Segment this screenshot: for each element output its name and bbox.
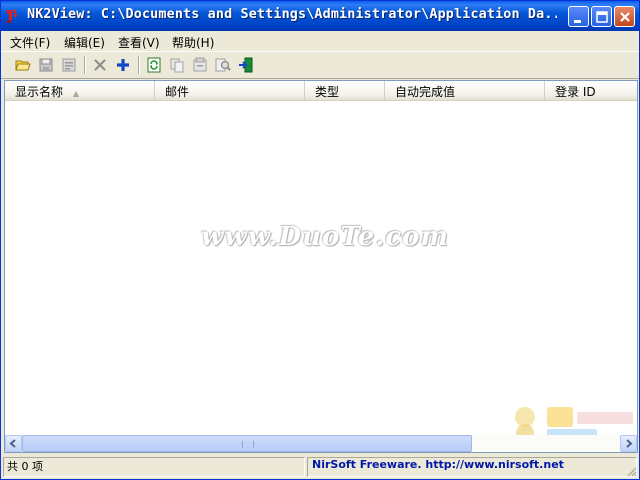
close-button[interactable] xyxy=(614,6,635,27)
thumb-grip xyxy=(242,441,254,448)
window-title: NK2View: C:\Documents and Settings\Admin… xyxy=(27,7,557,22)
status-bar: 共 0 项 NirSoft Freeware. http://www.nirso… xyxy=(1,455,639,479)
toolbar xyxy=(1,51,639,79)
close-icon xyxy=(620,12,630,22)
scroll-left-button[interactable] xyxy=(5,435,22,452)
column-login-id[interactable]: 登录 ID xyxy=(545,81,637,100)
scroll-right-button[interactable] xyxy=(620,435,637,452)
menu-view[interactable]: 查看(V) xyxy=(118,34,160,51)
column-header: 显示名称 ▲ 邮件 类型 自动完成值 登录 ID xyxy=(5,81,637,101)
watermark-text: www.DuoTe.com xyxy=(201,222,450,252)
sort-ascending-icon: ▲ xyxy=(72,89,79,98)
refresh-button[interactable] xyxy=(144,55,164,75)
maximize-button[interactable] xyxy=(591,6,612,27)
toolbar-separator xyxy=(138,56,140,74)
column-label: 登录 ID xyxy=(555,85,596,99)
column-type[interactable]: 类型 xyxy=(305,81,385,100)
horizontal-scrollbar[interactable] xyxy=(5,435,637,452)
properties-button[interactable] xyxy=(59,55,79,75)
column-label: 显示名称 xyxy=(15,85,64,99)
column-email[interactable]: 邮件 xyxy=(155,81,305,100)
items-list[interactable]: 显示名称 ▲ 邮件 类型 自动完成值 登录 ID www.DuoTe.com xyxy=(4,80,638,453)
column-autocomplete-value[interactable]: 自动完成值 xyxy=(385,81,545,100)
column-label: 类型 xyxy=(315,85,340,99)
html-report-icon xyxy=(193,57,207,72)
toolbar-separator xyxy=(84,56,86,74)
save-icon xyxy=(39,58,53,72)
add-button[interactable] xyxy=(113,55,133,75)
save-button[interactable] xyxy=(36,55,56,75)
app-icon[interactable] xyxy=(6,8,22,24)
maximize-icon xyxy=(596,11,608,23)
arrow-left-icon xyxy=(9,439,16,448)
properties-icon xyxy=(62,58,76,72)
arrow-right-icon xyxy=(626,439,633,448)
menu-file[interactable]: 文件(F) xyxy=(10,34,50,51)
exit-button[interactable] xyxy=(236,55,256,75)
title-bar[interactable]: NK2View: C:\Documents and Settings\Admin… xyxy=(1,1,639,31)
menu-help[interactable]: 帮助(H) xyxy=(172,34,214,51)
add-icon xyxy=(117,59,129,71)
app-window: NK2View: C:\Documents and Settings\Admin… xyxy=(0,0,640,480)
menu-bar: 文件(F) 编辑(E) 查看(V) 帮助(H) xyxy=(1,31,639,51)
open-button[interactable] xyxy=(13,55,33,75)
minimize-icon xyxy=(574,20,581,23)
item-count: 共 0 项 xyxy=(7,460,43,473)
status-count-cell xyxy=(3,457,305,477)
find-button[interactable] xyxy=(213,55,233,75)
nirsoft-link[interactable]: NirSoft Freeware. http://www.nirsoft.net xyxy=(312,458,564,471)
scroll-thumb[interactable] xyxy=(22,435,472,452)
copy-button[interactable] xyxy=(167,55,187,75)
copy-icon xyxy=(170,58,184,73)
column-label: 邮件 xyxy=(165,85,190,99)
column-label: 自动完成值 xyxy=(395,85,456,99)
open-folder-icon xyxy=(15,60,31,71)
resize-grip-icon[interactable] xyxy=(625,465,637,477)
minimize-button[interactable] xyxy=(568,6,589,27)
find-icon xyxy=(215,58,231,72)
html-report-button[interactable] xyxy=(190,55,210,75)
delete-icon xyxy=(94,59,106,71)
column-display-name[interactable]: 显示名称 ▲ xyxy=(5,81,155,100)
menu-edit[interactable]: 编辑(E) xyxy=(64,34,105,51)
delete-button[interactable] xyxy=(90,55,110,75)
exit-icon xyxy=(239,57,253,73)
refresh-icon xyxy=(147,57,161,73)
